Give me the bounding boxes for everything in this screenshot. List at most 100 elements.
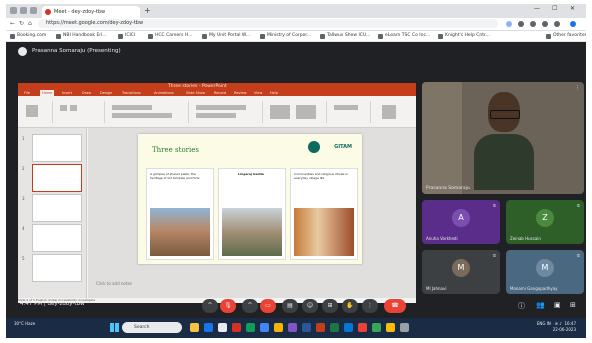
app-icon[interactable]: [372, 323, 381, 332]
background-shelf: [422, 82, 462, 194]
gitam-logo: GITAM: [308, 140, 352, 154]
edge-icon[interactable]: [204, 323, 213, 332]
outlook-icon[interactable]: [344, 323, 353, 332]
bookmark-item[interactable]: HCC Careers H...: [148, 32, 193, 40]
clock-time[interactable]: 16:47: [564, 321, 576, 326]
bookmark-item[interactable]: Booking.com: [10, 32, 46, 40]
store-icon[interactable]: [218, 323, 227, 332]
raise-hand-button[interactable]: ✋: [342, 299, 358, 313]
weather-widget[interactable]: 30°C Haze: [14, 321, 35, 327]
emoji-button[interactable]: ☺: [302, 299, 318, 313]
app-icon[interactable]: [260, 323, 269, 332]
bookmark-item[interactable]: ICICI: [118, 32, 135, 40]
ppt-tab[interactable]: Review: [234, 90, 247, 96]
new-tab-icon[interactable]: +: [144, 6, 151, 15]
presenter-avatar: [18, 47, 27, 56]
ppt-tab[interactable]: Design: [100, 90, 112, 96]
workspaces-icon[interactable]: [20, 7, 27, 14]
clock-date[interactable]: 22-06-2023: [553, 327, 576, 332]
camera-options-button[interactable]: ^: [242, 299, 258, 313]
participant-tile[interactable]: A ⦸ Anuha Varkhedi: [422, 200, 500, 244]
slide-thumbnail[interactable]: [32, 194, 82, 222]
chrome-icon[interactable]: [274, 323, 283, 332]
more-options-icon[interactable]: ⋮: [575, 85, 580, 91]
taskbar-search[interactable]: Search: [122, 322, 182, 333]
slide-thumbnail[interactable]: [32, 134, 82, 162]
copilot-icon[interactable]: [570, 21, 576, 27]
favorites-star-icon[interactable]: [506, 21, 512, 27]
chat-icon[interactable]: ▣: [554, 301, 561, 309]
maximize-icon[interactable]: ☐: [552, 5, 557, 12]
file-explorer-icon[interactable]: [190, 323, 199, 332]
teams-icon[interactable]: [288, 323, 297, 332]
input-language[interactable]: ENG IN: [537, 321, 551, 326]
ppt-tab[interactable]: Transitions: [122, 90, 141, 96]
current-slide[interactable]: Three stories GITAM A glimpse of shared …: [138, 134, 362, 264]
participant-video: [474, 92, 534, 190]
present-button[interactable]: ⊞: [322, 299, 338, 313]
back-icon[interactable]: ←: [10, 20, 15, 27]
app-icon[interactable]: [386, 323, 395, 332]
extensions-icon[interactable]: [518, 21, 524, 27]
activities-icon[interactable]: ⊞: [570, 301, 576, 309]
participant-avatar: Z: [536, 209, 554, 227]
system-tray[interactable]: ENG IN ≋ ♪ 16:47 22-06-2023: [537, 321, 576, 333]
people-icon[interactable]: 👥: [536, 301, 545, 309]
leave-call-button[interactable]: ☎: [384, 299, 406, 313]
powerpoint-icon[interactable]: [316, 323, 325, 332]
ppt-tab[interactable]: Help: [270, 90, 278, 96]
mic-button[interactable]: 🎙: [220, 299, 236, 313]
ppt-tab[interactable]: Animations: [154, 90, 174, 96]
bookmark-item[interactable]: eLearn TSC Co Inc...: [378, 32, 430, 40]
ppt-tab[interactable]: Draw: [82, 90, 91, 96]
bookmark-item[interactable]: Other favorites: [546, 32, 586, 40]
app-icon[interactable]: [400, 323, 409, 332]
slide-thumbnail[interactable]: [32, 224, 82, 252]
participant-tile[interactable]: M ⦸ Ml Jahnavi: [422, 250, 500, 294]
story-card-heading: Lingaraj Gadda: [238, 172, 264, 176]
ppt-tab[interactable]: Slide Show: [186, 90, 205, 96]
bookmark-item[interactable]: My Unit Portal W...: [202, 32, 250, 40]
tab-actions-icon[interactable]: [30, 7, 37, 14]
ppt-tab[interactable]: File: [24, 90, 30, 96]
bookmark-item[interactable]: NBI Handbook Eri...: [56, 32, 107, 40]
more-options-button[interactable]: ⋮: [362, 299, 378, 313]
thumb-number: 3: [22, 196, 25, 201]
captions-button[interactable]: ▤: [282, 299, 298, 313]
ppt-tab[interactable]: Record: [214, 90, 226, 96]
app-icon[interactable]: [232, 323, 241, 332]
app-icon[interactable]: [358, 323, 367, 332]
camera-button[interactable]: ▭: [260, 299, 276, 313]
participant-tile-presenter[interactable]: ⋮ Prasanna Somaraju: [422, 82, 584, 194]
wifi-icon[interactable]: ≋: [555, 321, 558, 326]
ppt-tab[interactable]: View: [254, 90, 262, 96]
profile-icon[interactable]: [10, 7, 17, 14]
app-icon[interactable]: [246, 323, 255, 332]
excel-icon[interactable]: [330, 323, 339, 332]
url-field[interactable]: https://meet.google.com/dey-zdoy-tbw: [38, 19, 498, 28]
mic-options-button[interactable]: ^: [202, 299, 218, 313]
bookmark-item[interactable]: Tallwuv Show ICU...: [320, 32, 371, 40]
participant-tile[interactable]: M ⦸ Monami Gangopadhyay: [506, 250, 584, 294]
collections-icon[interactable]: [530, 21, 536, 27]
ppt-tab-home[interactable]: Home: [40, 90, 55, 96]
ppt-tab[interactable]: Insert: [62, 90, 72, 96]
close-icon[interactable]: ✕: [570, 5, 575, 12]
meet-favicon-icon: [45, 9, 51, 15]
windows-start-icon[interactable]: [110, 323, 119, 332]
profile-avatar-icon[interactable]: [542, 21, 548, 27]
refresh-icon[interactable]: ↻: [19, 20, 24, 27]
tab-meet[interactable]: Meet - dey-zdoy-tbw: [42, 6, 140, 18]
minimize-icon[interactable]: —: [534, 5, 540, 12]
word-icon[interactable]: [302, 323, 311, 332]
info-icon[interactable]: ⓘ: [518, 301, 525, 311]
bookmark-item[interactable]: Knight's Help Cntr...: [438, 32, 490, 40]
more-options-icon[interactable]: [554, 21, 560, 27]
participant-name: Prasanna Somaraju: [426, 186, 470, 191]
slide-thumbnail[interactable]: [32, 254, 82, 282]
home-icon[interactable]: ⌂: [28, 20, 32, 27]
bookmark-item[interactable]: Ministry of Corpor...: [260, 32, 311, 40]
participant-tile[interactable]: Z ⦸ Zeinab Hussain: [506, 200, 584, 244]
slide-thumbnail-selected[interactable]: [32, 164, 82, 192]
volume-icon[interactable]: ♪: [559, 321, 562, 326]
